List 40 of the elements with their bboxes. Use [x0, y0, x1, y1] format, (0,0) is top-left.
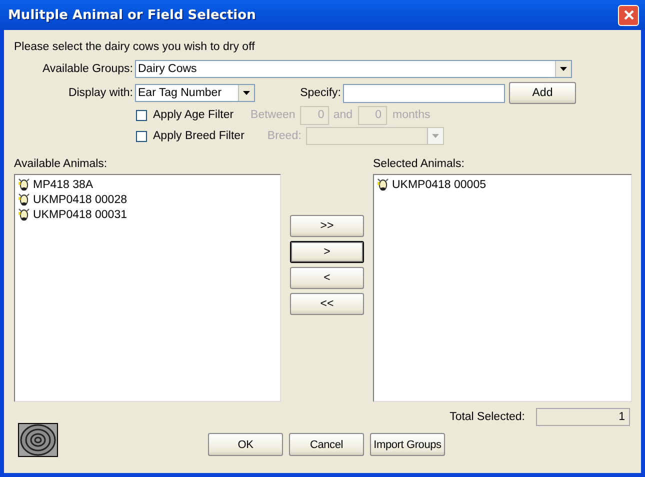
unit-label: months [392, 109, 430, 121]
window-title: Mulitple Animal or Field Selection [8, 8, 256, 22]
dropdown-arrow-icon [432, 134, 440, 138]
cow-head-icon [18, 177, 30, 192]
field-label: Between [250, 109, 296, 121]
animal-list-item[interactable]: UKMP0418 00031 [33, 208, 127, 220]
field-label: Display with: [67, 87, 134, 99]
field-label: Breed: [267, 130, 302, 142]
add-button[interactable]: Add [509, 82, 576, 104]
list-heading: Selected Animals: [373, 158, 466, 172]
checkbox-label: Apply Breed Filter [153, 130, 244, 142]
dialog-button[interactable]: OK [208, 433, 283, 456]
specify-field[interactable] [343, 84, 505, 102]
field-label: Specify: [299, 87, 342, 99]
dropdown-arrow-icon [560, 67, 567, 71]
dialog-button[interactable]: Cancel [289, 433, 364, 456]
dialog-button[interactable]: Import Groups [370, 433, 445, 456]
animal-list-item[interactable]: UKMP0418 00028 [33, 194, 127, 206]
animal-list-item[interactable]: MP418 38A [33, 178, 94, 190]
display-dropdown[interactable]: Ear Tag Number [135, 84, 255, 102]
field-label: Available Groups: [41, 63, 134, 75]
close-button[interactable] [618, 4, 639, 26]
cow-head-icon [377, 177, 389, 192]
groups-dropdown[interactable]: Dairy Cows [135, 60, 572, 78]
close-icon [622, 9, 634, 21]
concentric-rings-icon [18, 423, 58, 457]
cow-head-icon [18, 192, 30, 207]
list-heading: Available Animals: [14, 158, 108, 172]
animal-list-item[interactable]: UKMP0418 00005 [392, 178, 486, 190]
dropdown-arrow-icon [243, 91, 250, 95]
transfer-button[interactable]: << [290, 293, 364, 315]
transfer-button[interactable]: >> [290, 215, 364, 237]
instruction-text: Please select the dairy cows you wish to dry off [14, 41, 256, 55]
cow-head-icon [18, 207, 30, 222]
total-field: 1 [536, 408, 630, 426]
transfer-button[interactable]: > [290, 241, 364, 263]
total-label: Total Selected: [450, 411, 525, 423]
checkbox-label: Apply Age Filter [153, 109, 234, 121]
field-label: and [333, 109, 352, 121]
transfer-button[interactable]: < [290, 267, 364, 289]
